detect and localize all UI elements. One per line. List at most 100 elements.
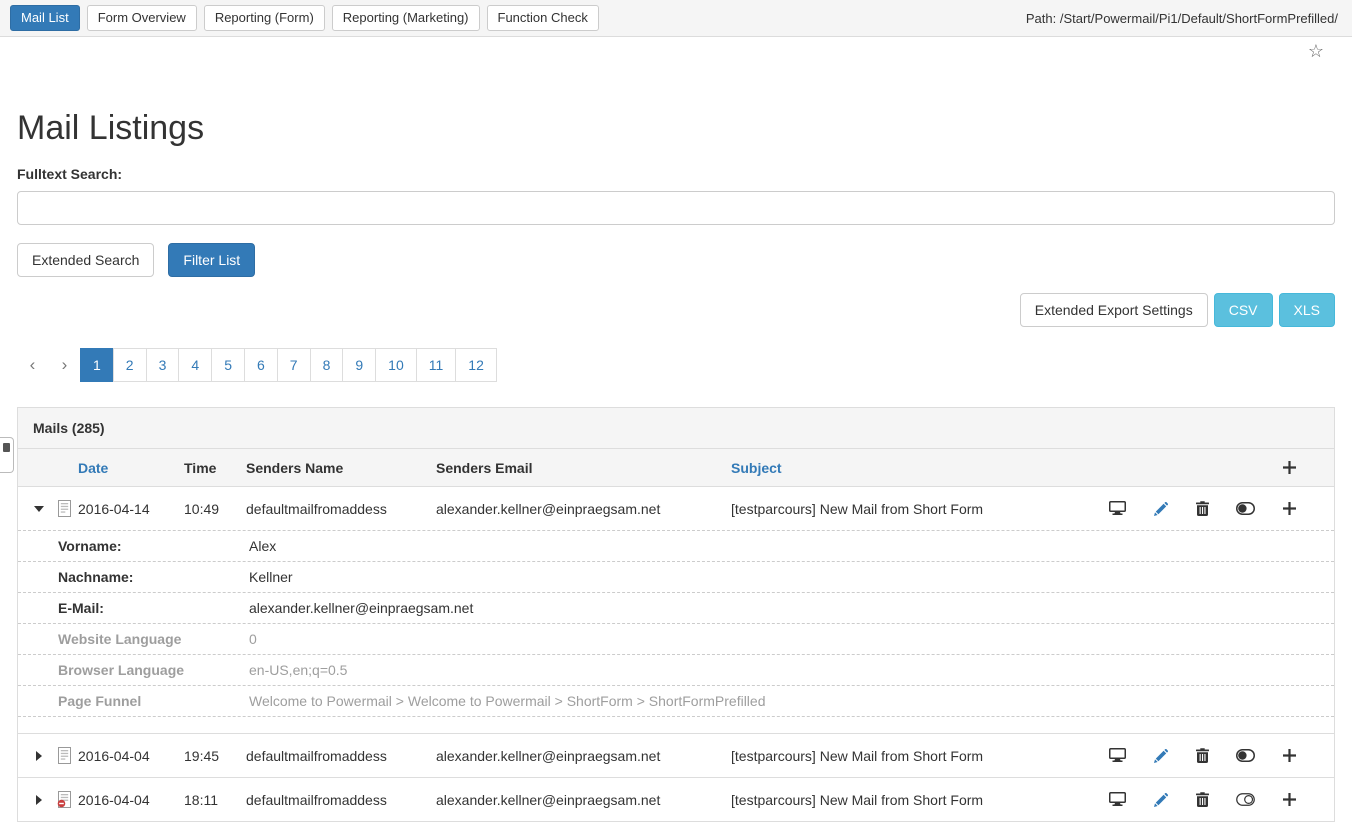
doc-header: Mail List Form Overview Reporting (Form) Re… xyxy=(0,0,1352,37)
tab-reporting-marketing[interactable]: Reporting (Marketing) xyxy=(332,5,480,31)
add-mail-icon[interactable] xyxy=(1283,749,1296,762)
detail-field-value: 0 xyxy=(249,631,1334,647)
mail-subject: [testparcours] New Mail from Short Form xyxy=(731,501,1109,517)
detail-field-label: Vorname: xyxy=(58,538,249,554)
pagination-page-3[interactable]: 3 xyxy=(146,348,180,382)
tab-function-check[interactable]: Function Check xyxy=(487,5,599,31)
breadcrumb-path: Path: /Start/Powermail/Pi1/Default/Short… xyxy=(1026,11,1338,26)
column-header-subject[interactable]: Subject xyxy=(731,460,1109,476)
filter-list-button[interactable]: Filter List xyxy=(168,243,255,277)
mail-sender-name: defaultmailfromaddess xyxy=(246,748,436,764)
pagination-page-11[interactable]: 11 xyxy=(416,348,457,382)
mails-panel-title: Mails (285) xyxy=(18,408,1334,449)
mail-detail-row: Vorname:Alex xyxy=(18,530,1334,561)
mail-sender-email: alexander.kellner@einpraegsam.net xyxy=(436,792,731,808)
mail-detail-row: Nachname:Kellner xyxy=(18,561,1334,592)
detail-field-label: E-Mail: xyxy=(58,600,249,616)
mail-sender-email: alexander.kellner@einpraegsam.net xyxy=(436,501,731,517)
fulltext-search-label: Fulltext Search: xyxy=(17,166,1335,182)
page-title: Mail Listings xyxy=(17,109,1335,148)
pagination-page-12[interactable]: 12 xyxy=(455,348,497,382)
detail-field-label: Page Funnel xyxy=(58,693,249,709)
add-mail-icon[interactable] xyxy=(1283,793,1296,806)
mail-record-icon xyxy=(50,500,78,517)
main-content: Mail Listings Fulltext Search: Extended … xyxy=(0,109,1352,822)
delete-mail-icon[interactable] xyxy=(1196,748,1209,763)
mail-subject: [testparcours] New Mail from Short Form xyxy=(731,748,1109,764)
tab-reporting-form[interactable]: Reporting (Form) xyxy=(204,5,325,31)
delete-mail-icon[interactable] xyxy=(1196,501,1209,516)
mail-detail-row: Page FunnelWelcome to Powermail > Welcom… xyxy=(18,685,1334,716)
edit-mail-icon[interactable] xyxy=(1154,502,1168,516)
view-mail-icon[interactable] xyxy=(1109,792,1126,807)
mail-sender-email: alexander.kellner@einpraegsam.net xyxy=(436,748,731,764)
pagination-page-6[interactable]: 6 xyxy=(244,348,278,382)
mail-date: 2016-04-04 xyxy=(78,748,184,764)
extended-export-settings-button[interactable]: Extended Export Settings xyxy=(1020,293,1208,327)
mail-record-icon xyxy=(50,791,78,808)
column-header-time: Time xyxy=(184,460,246,476)
row-actions xyxy=(1109,748,1334,763)
detail-field-label: Browser Language xyxy=(58,662,249,678)
mail-detail-row: Browser Languageen-US,en;q=0.5 xyxy=(18,654,1334,685)
mail-time: 10:49 xyxy=(184,501,246,517)
detail-field-value: en-US,en;q=0.5 xyxy=(249,662,1334,678)
pagination-page-9[interactable]: 9 xyxy=(342,348,376,382)
expand-row-caret-icon[interactable] xyxy=(28,751,50,761)
pagination: ‹›123456789101112 xyxy=(17,348,1335,382)
table-body: 2016-04-1410:49defaultmailfromaddessalex… xyxy=(18,486,1334,821)
mail-detail-row: Website Language0 xyxy=(18,623,1334,654)
export-csv-button[interactable]: CSV xyxy=(1214,293,1273,327)
pagination-page-5[interactable]: 5 xyxy=(211,348,245,382)
add-mail-icon[interactable] xyxy=(1283,502,1296,515)
detail-field-value: alexander.kellner@einpraegsam.net xyxy=(249,600,1334,616)
toggle-visibility-icon[interactable] xyxy=(1236,749,1255,762)
expand-row-caret-icon[interactable] xyxy=(28,795,50,805)
column-header-senders-name: Senders Name xyxy=(246,460,436,476)
bookmark-star-icon[interactable]: ☆ xyxy=(1308,42,1324,60)
detail-field-label: Website Language xyxy=(58,631,249,647)
edit-mail-icon[interactable] xyxy=(1154,749,1168,763)
pagination-page-4[interactable]: 4 xyxy=(178,348,212,382)
toggle-visibility-icon[interactable] xyxy=(1236,793,1255,806)
view-mail-icon[interactable] xyxy=(1109,748,1126,763)
tab-form-overview[interactable]: Form Overview xyxy=(87,5,197,31)
mail-sender-name: defaultmailfromaddess xyxy=(246,792,436,808)
pagination-next-icon[interactable]: › xyxy=(48,348,81,382)
doc-header-row2: ☆ xyxy=(0,37,1352,65)
pagination-page-2[interactable]: 2 xyxy=(113,348,147,382)
mail-row: 2016-04-0419:45defaultmailfromaddessalex… xyxy=(18,733,1334,777)
export-xls-button[interactable]: XLS xyxy=(1279,293,1335,327)
pagination-page-10[interactable]: 10 xyxy=(375,348,417,382)
detail-field-value: Alex xyxy=(249,538,1334,554)
export-buttons: Extended Export Settings CSV XLS xyxy=(17,293,1335,327)
mail-row: 2016-04-0418:11defaultmailfromaddessalex… xyxy=(18,777,1334,821)
toggle-visibility-icon[interactable] xyxy=(1236,502,1255,515)
pagination-page-8[interactable]: 8 xyxy=(310,348,344,382)
tab-mail-list[interactable]: Mail List xyxy=(10,5,80,31)
mail-detail-row: E-Mail:alexander.kellner@einpraegsam.net xyxy=(18,592,1334,623)
pagination-page-1[interactable]: 1 xyxy=(80,348,114,382)
collapse-handle[interactable] xyxy=(0,437,14,473)
mail-time: 18:11 xyxy=(184,792,246,808)
detail-field-label: Nachname: xyxy=(58,569,249,585)
pagination-prev-icon[interactable]: ‹ xyxy=(16,348,49,382)
delete-mail-icon[interactable] xyxy=(1196,792,1209,807)
mail-time: 19:45 xyxy=(184,748,246,764)
collapse-row-caret-icon[interactable] xyxy=(28,506,50,512)
mail-date: 2016-04-14 xyxy=(78,501,184,517)
fulltext-search-input[interactable] xyxy=(17,191,1335,225)
add-column-icon[interactable] xyxy=(1283,461,1296,474)
pagination-page-7[interactable]: 7 xyxy=(277,348,311,382)
edit-mail-icon[interactable] xyxy=(1154,793,1168,807)
column-header-senders-email: Senders Email xyxy=(436,460,731,476)
column-header-date[interactable]: Date xyxy=(78,460,184,476)
mail-sender-name: defaultmailfromaddess xyxy=(246,501,436,517)
topbar-tabs: Mail List Form Overview Reporting (Form) Re… xyxy=(10,5,599,31)
mail-record-icon xyxy=(50,747,78,764)
mails-panel: Mails (285) Date Time Senders Name Sende… xyxy=(17,407,1335,822)
detail-field-value: Kellner xyxy=(249,569,1334,585)
filter-buttons: Extended Search Filter List xyxy=(17,243,1335,277)
extended-search-button[interactable]: Extended Search xyxy=(17,243,154,277)
view-mail-icon[interactable] xyxy=(1109,501,1126,516)
